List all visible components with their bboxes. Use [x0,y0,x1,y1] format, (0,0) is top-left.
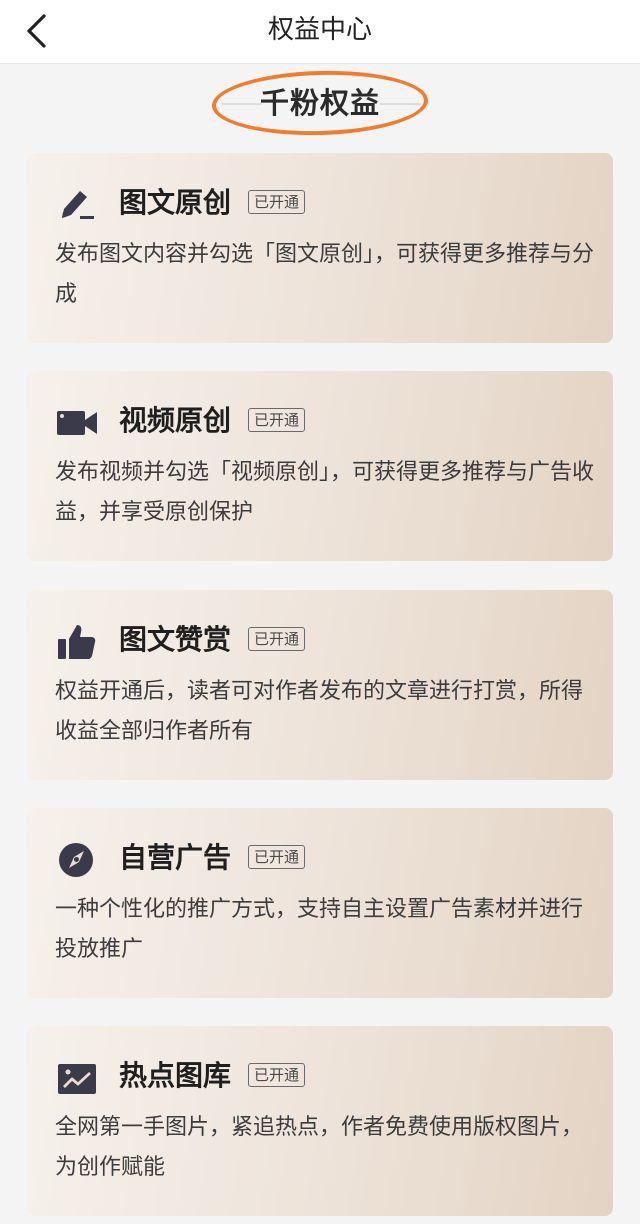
image-gallery-icon [55,1058,99,1098]
benefit-description: 权益开通后，读者可对作者发布的文章进行打赏，所得收益全部归作者所有 [55,679,584,744]
pencil-icon [55,185,99,225]
video-camera-icon [55,403,99,443]
benefit-title: 图文原创 [119,186,232,219]
benefit-description: 一种个性化的推广方式，支持自主设置广告素材并进行投放推广 [55,897,584,962]
page-title: 权益中心 [267,15,372,45]
section-header: 千粉权益 [0,68,640,138]
benefit-card-self-ads[interactable]: 自营广告 已开通 一种个性化的推广方式，支持自主设置广告素材并进行投放推广 [27,808,613,998]
thumbs-up-icon [55,622,99,662]
status-badge: 已开通 [248,845,306,869]
benefit-description: 发布视频并勾选「视频原创」，可获得更多推荐与广告收益，并享受原创保护 [55,460,595,525]
benefit-title: 视频原创 [119,404,232,437]
benefit-card-graphic-tip[interactable]: 图文赞赏 已开通 权益开通后，读者可对作者发布的文章进行打赏，所得收益全部归作者… [27,590,613,780]
benefit-card-video-original[interactable]: 视频原创 已开通 发布视频并勾选「视频原创」，可获得更多推荐与广告收益，并享受原… [27,371,613,561]
status-badge: 已开通 [248,408,306,432]
benefit-description: 全网第一手图片，紧追热点，作者免费使用版权图片，为创作赋能 [55,1115,584,1180]
status-badge: 已开通 [248,627,306,651]
benefit-title: 热点图库 [119,1059,232,1092]
status-badge: 已开通 [248,1063,306,1087]
benefit-card-hot-gallery[interactable]: 热点图库 已开通 全网第一手图片，紧追热点，作者免费使用版权图片，为创作赋能 [27,1026,613,1216]
compass-icon [55,840,99,880]
benefit-title: 自营广告 [119,841,232,874]
benefit-description: 发布图文内容并勾选「图文原创」，可获得更多推荐与分成 [55,242,595,307]
benefit-card-graphic-original[interactable]: 图文原创 已开通 发布图文内容并勾选「图文原创」，可获得更多推荐与分成 [27,153,613,343]
benefit-title: 图文赞赏 [119,623,232,656]
nav-bar: 权益中心 [0,0,640,64]
status-badge: 已开通 [248,190,306,214]
